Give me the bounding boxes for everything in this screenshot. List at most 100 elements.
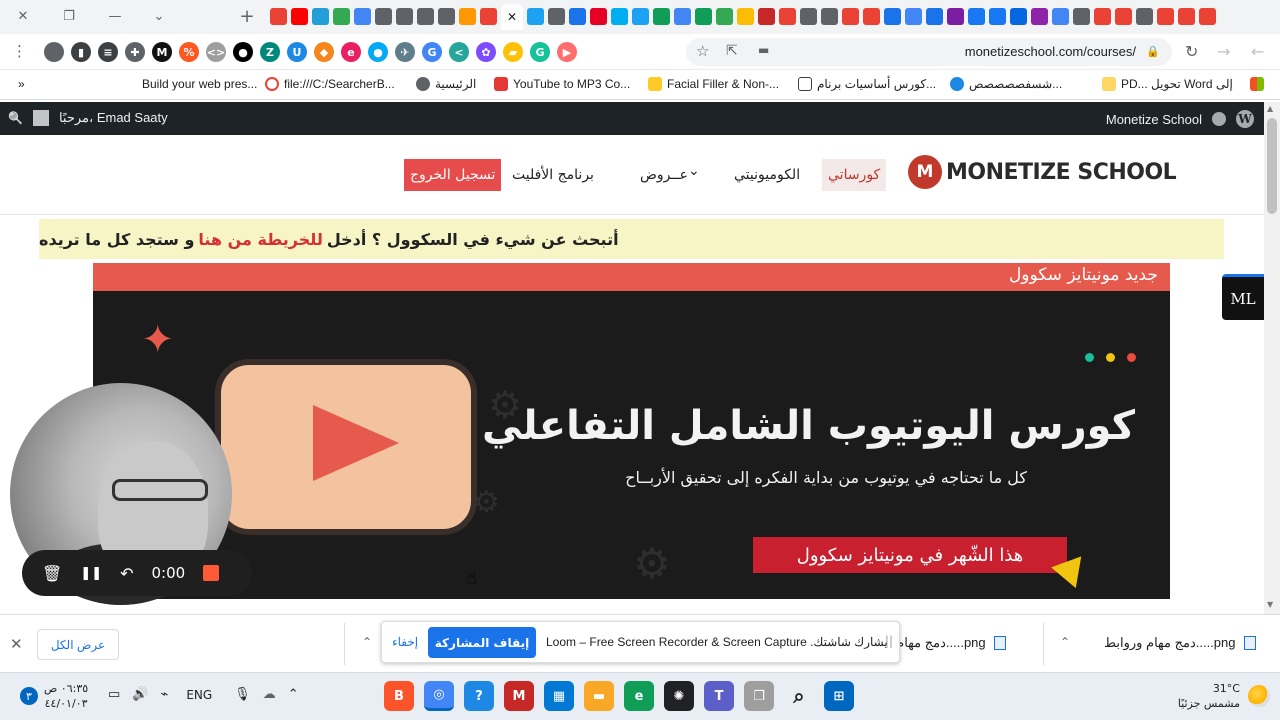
tab-favicon-icon[interactable] bbox=[1199, 8, 1216, 25]
search-icon[interactable]: 🔍 bbox=[8, 111, 23, 125]
bookmark-item[interactable]: YouTube to MP3 Co... bbox=[494, 77, 630, 91]
tab-favicon-icon[interactable] bbox=[695, 8, 712, 25]
cast-icon[interactable]: ▬ bbox=[758, 43, 769, 57]
tab-favicon-icon[interactable] bbox=[821, 8, 838, 25]
tab-favicon-icon[interactable] bbox=[947, 8, 964, 25]
tab-favicon-icon[interactable] bbox=[1136, 8, 1153, 25]
window-app-icon[interactable]: ❐ bbox=[744, 681, 774, 711]
tab-favicon-icon[interactable] bbox=[333, 8, 350, 25]
tab-favicon-icon[interactable] bbox=[1178, 8, 1195, 25]
tab-favicon-icon[interactable] bbox=[842, 8, 859, 25]
bookmark-item[interactable]: Build your web pres... bbox=[142, 77, 257, 91]
sidepanel-icon[interactable]: ▮ bbox=[71, 42, 91, 62]
tab-favicon-icon[interactable] bbox=[569, 8, 586, 25]
lamp-icon[interactable]: ▰ bbox=[503, 42, 523, 62]
tab-favicon-icon[interactable] bbox=[1010, 8, 1027, 25]
stop-recording-icon[interactable] bbox=[203, 565, 220, 581]
bookmarks-overflow-icon[interactable]: » bbox=[18, 77, 25, 91]
tab-favicon-icon[interactable] bbox=[1094, 8, 1111, 25]
bookmark-item[interactable]: شسفصصصصص... bbox=[950, 77, 1062, 91]
tab-favicon-icon[interactable] bbox=[270, 8, 287, 25]
undo-icon[interactable]: ↶ bbox=[120, 564, 133, 583]
edge-app-icon[interactable]: e bbox=[624, 681, 654, 711]
tab-favicon-icon[interactable] bbox=[653, 8, 670, 25]
grammarly-icon[interactable]: G bbox=[530, 42, 550, 62]
share-icon[interactable]: ⇱ bbox=[726, 43, 738, 59]
language-indicator[interactable]: ENG bbox=[186, 688, 212, 702]
site-name-link[interactable]: Monetize School bbox=[1106, 112, 1202, 127]
address-bar[interactable]: ☆ ⇱ ▬ monetizeschool.com/courses/ 🔒 bbox=[686, 38, 1172, 66]
weather-widget[interactable]: 31°C مشمس جزئيًا bbox=[1178, 681, 1270, 711]
tab-favicon-icon[interactable] bbox=[480, 8, 497, 25]
help-app-icon[interactable]: ? bbox=[464, 681, 494, 711]
stop-sharing-button[interactable]: إيقاف المشاركة bbox=[428, 627, 536, 658]
search-app-icon[interactable]: ⌕ bbox=[784, 681, 814, 711]
tab-favicon-icon[interactable] bbox=[1073, 8, 1090, 25]
e-icon[interactable]: e bbox=[341, 42, 361, 62]
url-text[interactable]: monetizeschool.com/courses/ bbox=[965, 44, 1136, 59]
active-tab-close-icon[interactable]: ✕ bbox=[501, 4, 523, 30]
window-minimize-button[interactable]: — bbox=[102, 6, 128, 26]
tab-favicon-icon[interactable] bbox=[291, 8, 308, 25]
new-tab-button[interactable]: + bbox=[234, 6, 260, 27]
tab-favicon-icon[interactable] bbox=[1157, 8, 1174, 25]
site-logo[interactable]: M MONETIZE SCHOOL bbox=[908, 155, 1177, 189]
dot-icon[interactable]: ● bbox=[233, 42, 253, 62]
tab-favicon-icon[interactable] bbox=[800, 8, 817, 25]
tab-favicon-icon[interactable] bbox=[1052, 8, 1069, 25]
tab-favicon-icon[interactable] bbox=[1115, 8, 1132, 25]
scroll-up-icon[interactable]: ▲ bbox=[1267, 104, 1273, 113]
bookmark-item[interactable]: الرئيسية bbox=[416, 77, 476, 91]
tray-overflow-icon[interactable]: ⌃ bbox=[288, 687, 299, 702]
wordpress-icon[interactable]: W bbox=[1236, 110, 1254, 128]
share-dots-icon[interactable]: < bbox=[449, 42, 469, 62]
nav-offers[interactable]: عــروض ⌄ bbox=[634, 159, 710, 191]
tab-favicon-icon[interactable] bbox=[968, 8, 985, 25]
bird-icon[interactable]: ✈ bbox=[395, 42, 415, 62]
site-map-link[interactable]: للخريطة من هنا bbox=[198, 230, 322, 249]
tab-search-button[interactable]: ⌄ bbox=[146, 6, 172, 26]
tab-favicon-icon[interactable] bbox=[926, 8, 943, 25]
tab-favicon-icon[interactable] bbox=[312, 8, 329, 25]
tab-favicon-icon[interactable] bbox=[989, 8, 1006, 25]
tab-favicon-icon[interactable] bbox=[737, 8, 754, 25]
chevron-up-icon[interactable]: ⌃ bbox=[362, 635, 372, 649]
chrome-menu-icon[interactable]: ⋮ bbox=[12, 42, 27, 60]
start-app-icon[interactable]: ⊞ bbox=[824, 681, 854, 711]
nav-community[interactable]: الكوميونيتي bbox=[728, 159, 806, 191]
window-restore-button[interactable]: ❐ bbox=[56, 6, 82, 26]
tab-favicon-icon[interactable] bbox=[527, 8, 544, 25]
tab-favicon-icon[interactable] bbox=[459, 8, 476, 25]
tab-favicon-icon[interactable] bbox=[632, 8, 649, 25]
tab-favicon-icon[interactable] bbox=[417, 8, 434, 25]
logout-button[interactable]: تسجيل الخروج bbox=[404, 159, 502, 191]
scroll-down-icon[interactable]: ▼ bbox=[1267, 600, 1273, 609]
battery-icon[interactable]: ▭ bbox=[108, 687, 120, 702]
tab-favicon-icon[interactable] bbox=[863, 8, 880, 25]
drag-handle-icon[interactable]: || bbox=[885, 634, 893, 648]
metamask-icon[interactable]: ◆ bbox=[314, 42, 334, 62]
course-banner[interactable]: جديد مونيتايز سكوول ✦ ⚙ ⚙ ⚙ كورس اليوتيو… bbox=[93, 263, 1170, 599]
network-icon[interactable]: ⌁ bbox=[160, 687, 168, 702]
translate-icon[interactable]: G bbox=[422, 42, 442, 62]
reload-icon[interactable]: ↻ bbox=[1185, 42, 1198, 61]
loom-icon[interactable]: M bbox=[152, 42, 172, 62]
delete-icon[interactable]: 🗑 bbox=[42, 564, 62, 583]
tab-favicon-icon[interactable] bbox=[548, 8, 565, 25]
window-close-button[interactable]: ✕ bbox=[10, 6, 36, 26]
tab-favicon-icon[interactable] bbox=[716, 8, 733, 25]
forward-icon[interactable]: → bbox=[1217, 42, 1230, 61]
tab-favicon-icon[interactable] bbox=[779, 8, 796, 25]
video-icon[interactable]: ▶ bbox=[557, 42, 577, 62]
bookmark-item[interactable]: كورس أساسيات برنام... bbox=[798, 77, 936, 91]
loom-side-tab[interactable]: ML bbox=[1222, 274, 1264, 320]
explorer-app-icon[interactable]: ▬ bbox=[584, 681, 614, 711]
mcafee-app-icon[interactable]: M bbox=[504, 681, 534, 711]
close-icon[interactable]: ✕ bbox=[10, 635, 23, 653]
tab-favicon-icon[interactable] bbox=[1031, 8, 1048, 25]
store-app-icon[interactable]: ▦ bbox=[544, 681, 574, 711]
lock-icon[interactable]: 🔒 bbox=[1146, 45, 1160, 58]
flower-icon[interactable]: ✿ bbox=[476, 42, 496, 62]
cloud-icon[interactable]: ☁ bbox=[263, 687, 276, 702]
tab-favicon-icon[interactable] bbox=[905, 8, 922, 25]
